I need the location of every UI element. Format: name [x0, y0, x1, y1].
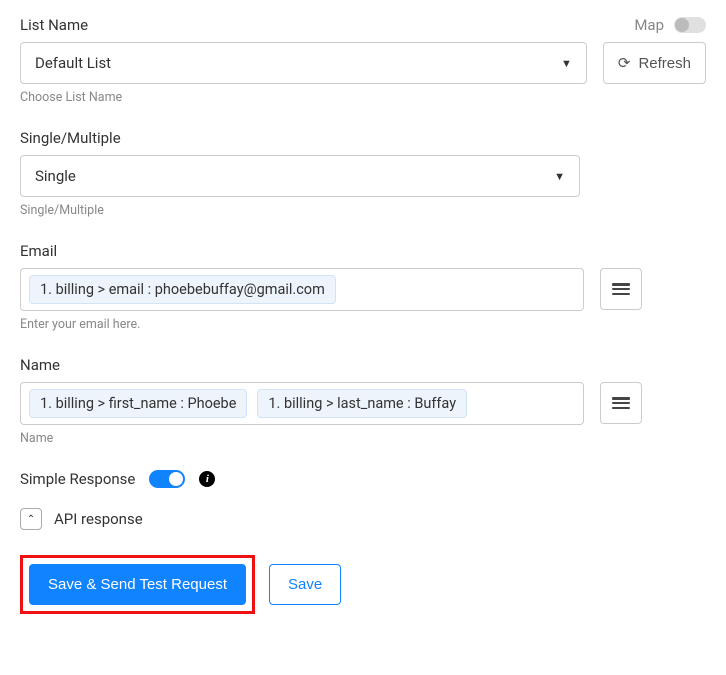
save-button[interactable]: Save: [269, 564, 341, 605]
helper-list-name: Choose List Name: [20, 90, 706, 105]
field-header: List Name Map: [20, 16, 706, 34]
list-name-value: Default List: [35, 54, 111, 72]
caret-down-icon: ▼: [561, 57, 572, 70]
helper-single-multiple: Single/Multiple: [20, 203, 706, 218]
label-single-multiple: Single/Multiple: [20, 129, 121, 147]
collapse-button[interactable]: ⌃: [20, 508, 42, 530]
field-header: Name: [20, 356, 706, 374]
simple-response-row: Simple Response i: [20, 470, 706, 488]
list-name-row: Default List ▼ ⟳ Refresh: [20, 42, 706, 84]
label-list-name: List Name: [20, 16, 88, 34]
field-header: Single/Multiple: [20, 129, 706, 147]
email-input[interactable]: 1. billing > email : phoebebuffay@gmail.…: [20, 268, 584, 311]
simple-response-toggle[interactable]: [149, 470, 185, 488]
field-email: Email 1. billing > email : phoebebuffay@…: [20, 242, 706, 332]
api-response-row: ⌃ API response: [20, 508, 706, 530]
hamburger-icon: [612, 283, 630, 295]
name-row: 1. billing > first_name : Phoebe 1. bill…: [20, 382, 706, 425]
caret-down-icon: ▼: [554, 170, 565, 183]
single-multiple-value: Single: [35, 167, 76, 185]
label-name: Name: [20, 356, 60, 374]
refresh-button[interactable]: ⟳ Refresh: [603, 42, 706, 84]
helper-email: Enter your email here.: [20, 317, 706, 332]
map-label: Map: [634, 16, 664, 34]
field-header: Email: [20, 242, 706, 260]
email-menu-button[interactable]: [600, 268, 642, 310]
token-email[interactable]: 1. billing > email : phoebebuffay@gmail.…: [29, 275, 336, 304]
refresh-icon: ⟳: [618, 54, 631, 72]
field-list-name: List Name Map Default List ▼ ⟳ Refresh C…: [20, 16, 706, 105]
map-toggle-group: Map: [634, 16, 706, 34]
action-row: Save & Send Test Request Save: [20, 550, 706, 619]
map-toggle[interactable]: [674, 17, 706, 33]
field-single-multiple: Single/Multiple Single ▼ Single/Multiple: [20, 129, 706, 218]
chevron-up-icon: ⌃: [27, 514, 35, 525]
single-multiple-select[interactable]: Single ▼: [20, 155, 580, 197]
label-simple-response: Simple Response: [20, 470, 135, 488]
token-first-name[interactable]: 1. billing > first_name : Phoebe: [29, 389, 247, 418]
save-send-test-button[interactable]: Save & Send Test Request: [29, 564, 246, 605]
name-menu-button[interactable]: [600, 382, 642, 424]
highlight-save-send: Save & Send Test Request: [20, 555, 255, 614]
token-last-name[interactable]: 1. billing > last_name : Buffay: [257, 389, 467, 418]
label-api-response: API response: [54, 510, 143, 528]
helper-name: Name: [20, 431, 706, 446]
list-name-select[interactable]: Default List ▼: [20, 42, 587, 84]
single-multiple-row: Single ▼: [20, 155, 706, 197]
hamburger-icon: [612, 397, 630, 409]
name-input[interactable]: 1. billing > first_name : Phoebe 1. bill…: [20, 382, 584, 425]
label-email: Email: [20, 242, 57, 260]
refresh-label: Refresh: [638, 55, 691, 72]
info-icon[interactable]: i: [199, 471, 215, 487]
email-row: 1. billing > email : phoebebuffay@gmail.…: [20, 268, 706, 311]
field-name: Name 1. billing > first_name : Phoebe 1.…: [20, 356, 706, 446]
